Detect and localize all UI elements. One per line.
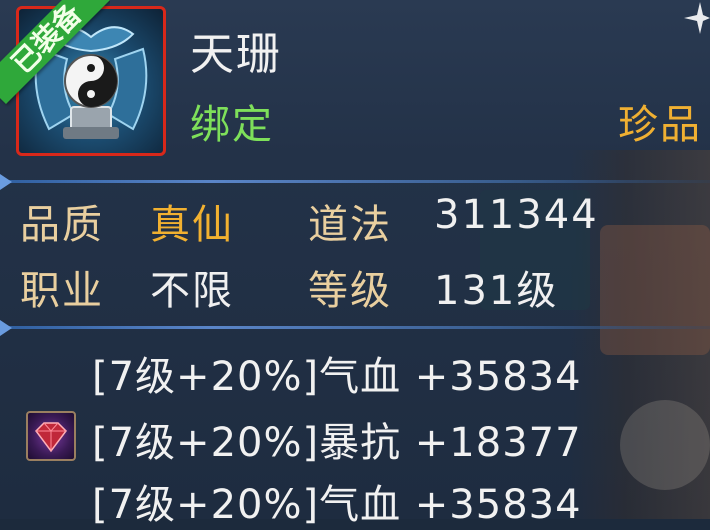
gem-line: [7级+20%]暴抗 +18377 [92, 420, 582, 466]
stat-label-daofa: 道法 [308, 202, 392, 248]
background-item-shadow [600, 225, 710, 355]
stat-value-level: 131级 [434, 268, 559, 314]
section-divider [0, 174, 710, 190]
item-tooltip-panel: 已装备 天珊 绑定 珍品 品质 真仙 道法 311344 职业 不限 等级 13… [0, 0, 710, 528]
gem-line: [7级+20%]气血 +35834 [92, 354, 582, 400]
stat-value-daofa: 311344 [434, 192, 599, 238]
sparkle-icon [684, 2, 710, 34]
stat-label-class: 职业 [20, 268, 104, 314]
stat-label-level: 等级 [308, 268, 392, 314]
stat-value-class: 不限 [150, 268, 234, 314]
section-divider [0, 320, 710, 336]
divider-arrow [0, 320, 12, 336]
divider-arrow [0, 174, 12, 190]
stat-value-quality: 真仙 [150, 202, 234, 248]
bind-status: 绑定 [190, 102, 274, 148]
ruby-gem-icon [26, 411, 76, 461]
equipped-ribbon: 已装备 [0, 0, 110, 110]
rarity-label: 珍品 [618, 102, 702, 148]
item-name: 天珊 [190, 29, 282, 80]
equipped-ribbon-label: 已装备 [0, 0, 110, 105]
gem-line: [7级+20%]气血 +35834 [92, 482, 582, 528]
stat-label-quality: 品质 [20, 202, 104, 248]
background-item-shadow [620, 400, 710, 490]
